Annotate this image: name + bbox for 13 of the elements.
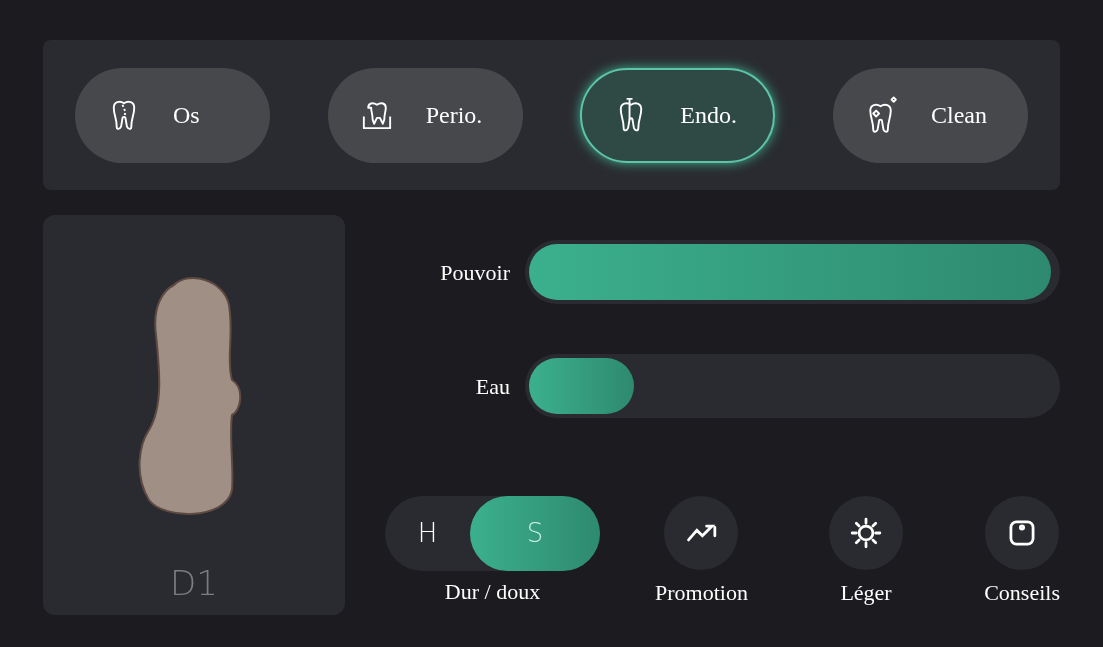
hardness-toggle[interactable]: H S (385, 496, 600, 571)
action-label: Promotion (655, 579, 748, 607)
hardness-option[interactable]: H (385, 496, 470, 571)
slider-label: Pouvoir (439, 258, 511, 287)
mode-button[interactable]: Endo. (580, 67, 776, 163)
bone-type-label: D1 (170, 562, 218, 605)
mode-button[interactable]: Perio. (327, 67, 523, 163)
action-label: Léger (840, 579, 892, 607)
action-label: Conseils (984, 579, 1060, 607)
slider-label: Eau (474, 372, 511, 401)
mode-button[interactable]: Os (75, 67, 270, 163)
mode-button[interactable]: Clean (832, 67, 1028, 163)
hardness-caption: Dur / doux (444, 578, 541, 606)
